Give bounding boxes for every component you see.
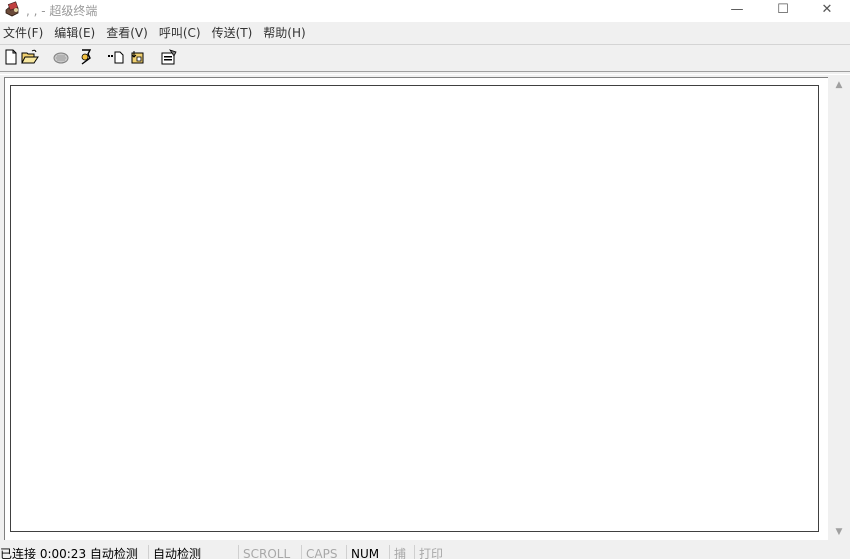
- status-detect-mode-primary: 自动检测: [86, 547, 138, 559]
- terminal-screen[interactable]: [10, 85, 819, 532]
- open-icon: [21, 49, 39, 64]
- menubar-divider: [0, 44, 850, 45]
- minimize-icon: —: [730, 1, 744, 17]
- status-caps: CAPS: [301, 545, 345, 559]
- menu-view[interactable]: 查看(V): [102, 23, 155, 43]
- menu-edit[interactable]: 编辑(E): [50, 23, 102, 43]
- menu-file[interactable]: 文件(F): [0, 23, 50, 43]
- scroll-up-icon[interactable]: ▲: [834, 80, 844, 90]
- maximize-icon: ☐: [777, 1, 789, 17]
- minimize-button[interactable]: —: [714, 0, 760, 18]
- hyperterminal-app-icon[interactable]: [4, 1, 22, 17]
- receive-file-icon: [131, 51, 144, 64]
- toolbar: [0, 46, 850, 70]
- status-bar: 已连接 0:00:23 自动检测 自动检测 SCROLL CAPS NUM 捕 …: [0, 543, 850, 559]
- status-num: NUM: [346, 545, 388, 559]
- new-connection-button[interactable]: [2, 48, 20, 66]
- scroll-down-icon[interactable]: ▼: [834, 527, 844, 537]
- status-scroll: SCROLL: [238, 545, 300, 559]
- toolbar-divider: [0, 71, 850, 75]
- call-button[interactable]: [52, 48, 70, 66]
- vertical-scrollbar[interactable]: ▲ ▼: [828, 77, 850, 540]
- maximize-button[interactable]: ☐: [760, 0, 806, 18]
- disconnect-button[interactable]: [77, 48, 95, 66]
- open-button[interactable]: [21, 48, 39, 66]
- status-detect-mode: 自动检测: [148, 545, 238, 559]
- menu-transfer[interactable]: 传送(T): [208, 23, 260, 43]
- status-connection-time: 已连接 0:00:23 自动检测: [0, 547, 138, 559]
- properties-icon: [161, 49, 177, 65]
- disconnect-icon: [81, 49, 92, 65]
- menu-call[interactable]: 呼叫(C): [155, 23, 208, 43]
- send-file-icon: [108, 51, 124, 64]
- window-title: , , - 超级终端: [26, 4, 98, 18]
- close-icon: ✕: [821, 1, 833, 17]
- receive-file-button[interactable]: [129, 48, 147, 66]
- title-bar[interactable]: , , - 超级终端 — ☐ ✕: [0, 0, 850, 22]
- menu-bar: 文件(F) 编辑(E) 查看(V) 呼叫(C) 传送(T) 帮助(H): [0, 23, 850, 43]
- hyperterminal-window: , , - 超级终端 — ☐ ✕ 文件(F) 编辑(E) 查看(V) 呼叫(C)…: [0, 0, 850, 559]
- close-button[interactable]: ✕: [804, 0, 850, 18]
- phone-icon: [53, 52, 69, 64]
- properties-button[interactable]: [160, 48, 178, 66]
- send-file-button[interactable]: [107, 48, 125, 66]
- status-capture: 捕: [389, 545, 413, 559]
- new-icon: [5, 49, 17, 65]
- status-print: 打印: [414, 545, 454, 559]
- menu-help[interactable]: 帮助(H): [259, 23, 312, 43]
